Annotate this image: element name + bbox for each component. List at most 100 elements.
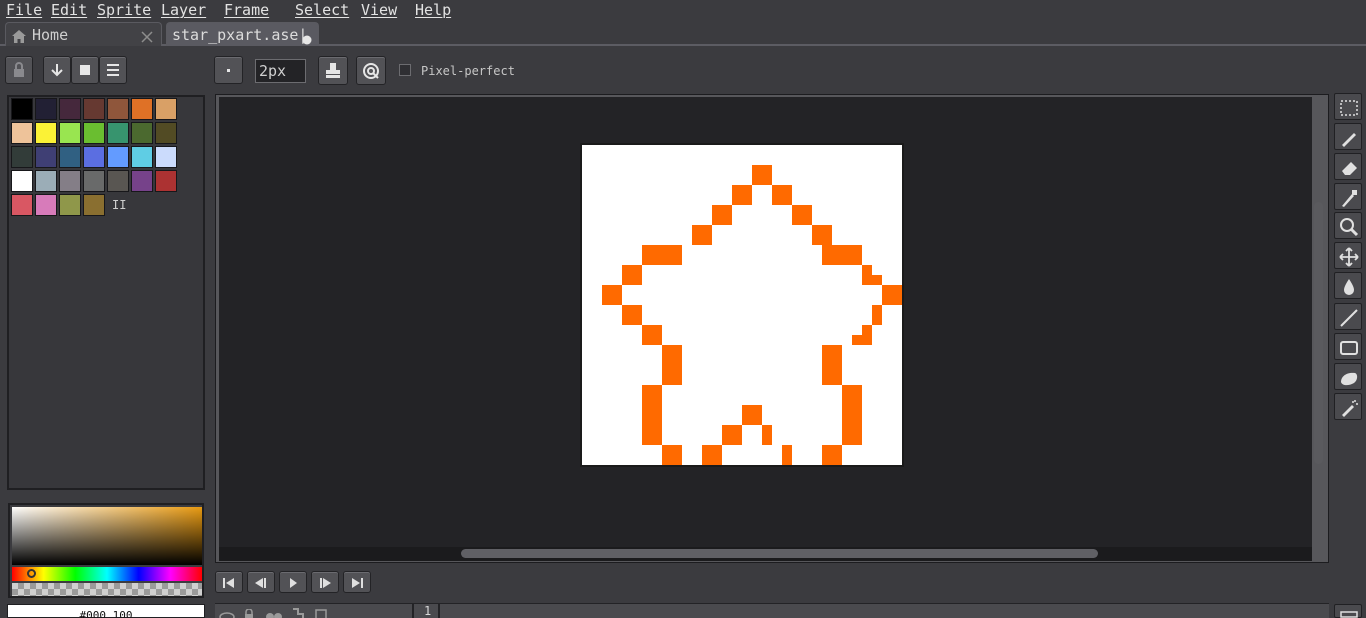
pixel-perfect-checkbox[interactable]: [399, 64, 411, 76]
star-pixel: [772, 185, 792, 205]
star-pixel: [782, 445, 792, 465]
menu-layer[interactable]: Layer: [161, 1, 206, 19]
home-icon: [12, 28, 26, 47]
menu-sprite[interactable]: Sprite: [97, 1, 151, 19]
frame-number[interactable]: 1: [424, 604, 431, 618]
palette-sort-button[interactable]: [43, 56, 71, 84]
previous-frame-button[interactable]: [247, 571, 275, 593]
palette-swatch[interactable]: [11, 170, 33, 192]
palette-swatch[interactable]: [155, 98, 177, 120]
pixel-perfect-label: Pixel-perfect: [421, 64, 515, 78]
menu-view[interactable]: View: [361, 1, 397, 19]
palette-swatch[interactable]: [59, 194, 81, 216]
palette-swatch[interactable]: [11, 194, 33, 216]
palette-swatch[interactable]: [83, 194, 105, 216]
padlock-icon[interactable]: [243, 606, 255, 618]
star-pixel: [702, 445, 722, 465]
tool-timeline-toggle[interactable]: [1334, 604, 1362, 618]
star-pixel: [622, 265, 642, 285]
palette-swatch[interactable]: [155, 122, 177, 144]
palette-swatch[interactable]: [35, 194, 57, 216]
first-frame-button[interactable]: [215, 571, 243, 593]
ink-button[interactable]: [318, 56, 348, 85]
palette-swatch[interactable]: [155, 170, 177, 192]
star-pixel: [862, 265, 872, 285]
palette-swatch[interactable]: [11, 146, 33, 168]
eye-icon[interactable]: [219, 607, 235, 618]
star-pixel: [732, 185, 752, 205]
tool-pencil[interactable]: [1334, 123, 1362, 150]
palette-swatch[interactable]: [35, 170, 57, 192]
palette-swatch[interactable]: [59, 98, 81, 120]
menu-select[interactable]: Select: [295, 1, 349, 19]
palette-swatch[interactable]: [155, 146, 177, 168]
last-frame-button[interactable]: [343, 571, 371, 593]
palette-options-button[interactable]: [99, 56, 127, 84]
menu-frame[interactable]: Frame: [224, 1, 269, 19]
play-button[interactable]: [279, 571, 307, 593]
tool-spray[interactable]: [1334, 393, 1362, 420]
star-pixel: [882, 285, 902, 305]
sprite-canvas[interactable]: [580, 143, 904, 467]
palette-swatch[interactable]: [131, 98, 153, 120]
vertical-scrollbar[interactable]: [1314, 202, 1323, 464]
menu-file[interactable]: File: [6, 1, 42, 19]
tool-rectangle[interactable]: [1334, 333, 1362, 360]
palette-swatch[interactable]: [35, 146, 57, 168]
star-pixel: [872, 275, 882, 285]
lock-button[interactable]: [5, 56, 33, 84]
tool-rect-marquee[interactable]: [1334, 93, 1362, 120]
tool-eraser[interactable]: [1334, 153, 1362, 180]
palette-swatch[interactable]: [107, 98, 129, 120]
palette-swatch[interactable]: [35, 98, 57, 120]
tab-home[interactable]: Home: [5, 22, 162, 46]
palette-swatch[interactable]: [107, 170, 129, 192]
star-pixel: [852, 335, 872, 345]
brush-shape-button[interactable]: [214, 56, 243, 84]
palette-swatch[interactable]: [83, 98, 105, 120]
onion-skin-icon[interactable]: [265, 607, 283, 618]
tool-eyedropper[interactable]: [1334, 183, 1362, 210]
palette-swatch[interactable]: [107, 122, 129, 144]
color-picker: [8, 503, 204, 598]
tool-zoom[interactable]: [1334, 212, 1362, 239]
palette-preset-button[interactable]: [71, 56, 99, 84]
layer-square-icon[interactable]: [315, 606, 327, 618]
tab-star-pxart[interactable]: star_pxart.ase|: [166, 22, 319, 46]
brush-size-field[interactable]: 2px: [255, 59, 306, 83]
next-frame-button[interactable]: [311, 571, 339, 593]
palette-swatch[interactable]: [59, 122, 81, 144]
star-pixel: [662, 445, 682, 465]
hue-slider[interactable]: [12, 567, 202, 581]
palette-swatch[interactable]: [131, 170, 153, 192]
palette-swatch[interactable]: [83, 146, 105, 168]
pressure-button[interactable]: [356, 56, 386, 85]
palette-swatch[interactable]: [11, 122, 33, 144]
close-icon[interactable]: [141, 28, 153, 47]
link-cels-icon[interactable]: [291, 605, 305, 618]
saturation-value-field[interactable]: [12, 507, 202, 565]
palette-resize-handle[interactable]: II: [112, 198, 126, 212]
star-pixel: [602, 285, 622, 305]
horizontal-scrollbar[interactable]: [461, 549, 1098, 558]
palette-swatch[interactable]: [83, 170, 105, 192]
color-hex-field[interactable]: #000 100: [7, 604, 205, 618]
alpha-slider[interactable]: [12, 583, 202, 596]
tool-paint-bucket[interactable]: [1334, 272, 1362, 299]
star-pixel: [622, 305, 642, 325]
tool-move[interactable]: [1334, 242, 1362, 269]
palette-swatch[interactable]: [107, 146, 129, 168]
palette-swatch[interactable]: [59, 146, 81, 168]
palette-swatch[interactable]: [131, 146, 153, 168]
palette-swatch[interactable]: [131, 122, 153, 144]
tool-blur[interactable]: [1334, 363, 1362, 390]
palette-swatch[interactable]: [83, 122, 105, 144]
palette-swatch[interactable]: [35, 122, 57, 144]
menu-edit[interactable]: Edit: [51, 1, 87, 19]
menu-help[interactable]: Help: [415, 1, 451, 19]
palette-swatch[interactable]: [59, 170, 81, 192]
palette-swatch[interactable]: [11, 98, 33, 120]
hue-handle[interactable]: [27, 569, 36, 578]
tool-line[interactable]: [1334, 303, 1362, 330]
menubar: File Edit Sprite Layer Frame Select View…: [0, 0, 1366, 20]
